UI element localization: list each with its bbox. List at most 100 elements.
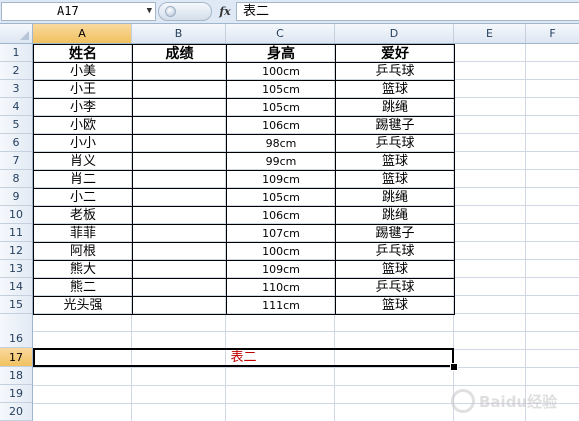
table-cell[interactable]	[132, 242, 227, 261]
row-header[interactable]: 12	[0, 242, 32, 260]
row-header[interactable]: 18	[0, 367, 32, 385]
table-cell[interactable]	[132, 260, 227, 279]
select-all-corner[interactable]	[0, 24, 33, 43]
table-cell[interactable]: 肖义	[33, 152, 133, 171]
row-header[interactable]: 3	[0, 80, 32, 98]
table-cell[interactable]: 踢毽子	[335, 224, 455, 243]
fill-handle[interactable]	[450, 363, 458, 371]
column-header-b[interactable]: B	[132, 24, 226, 43]
table-cell[interactable]: 99cm	[226, 152, 336, 171]
row-header[interactable]: 8	[0, 170, 32, 188]
table-cell[interactable]	[132, 98, 227, 117]
row-header[interactable]: 6	[0, 134, 32, 152]
table-cell[interactable]	[132, 134, 227, 153]
table-cell[interactable]: 菲菲	[33, 224, 133, 243]
table-cell[interactable]: 篮球	[335, 170, 455, 189]
table-cell[interactable]: 熊大	[33, 260, 133, 279]
column-header-c[interactable]: C	[226, 24, 335, 43]
chevron-down-icon[interactable]: ▼	[147, 3, 152, 20]
table-cell[interactable]	[132, 170, 227, 189]
table-cell[interactable]: 111cm	[226, 296, 336, 315]
row-header[interactable]: 10	[0, 206, 32, 224]
table-cell[interactable]: 106cm	[226, 206, 336, 225]
table-cell[interactable]: 篮球	[335, 296, 455, 315]
table-cell[interactable]: 小美	[33, 62, 133, 81]
table-cell[interactable]: 篮球	[335, 152, 455, 171]
table-cell[interactable]: 98cm	[226, 134, 336, 153]
table-cell[interactable]	[132, 152, 227, 171]
table-cell[interactable]: 老板	[33, 206, 133, 225]
table-cell[interactable]	[132, 206, 227, 225]
name-box[interactable]: A17 ▼	[1, 2, 156, 21]
table-cell[interactable]: 肖二	[33, 170, 133, 189]
fx-icon[interactable]: fx	[216, 2, 234, 21]
worksheet-grid[interactable]: 姓名 成绩 身高 爱好 小美 100cm 乒乓球 小王 105cm 篮球 小李 105cm 跳绳 小欧 10…	[33, 44, 579, 421]
table-cell[interactable]: 跳绳	[335, 206, 455, 225]
watermark-text: Baidu经验	[479, 393, 558, 411]
table-cell[interactable]: 105cm	[226, 98, 336, 117]
formula-input[interactable]: 表二	[236, 2, 579, 21]
table-cell[interactable]	[132, 62, 227, 81]
column-heading[interactable]: 成绩	[132, 44, 227, 63]
table-cell[interactable]: 109cm	[226, 260, 336, 279]
row-header[interactable]: 9	[0, 188, 32, 206]
column-heading[interactable]: 身高	[226, 44, 336, 63]
column-heading[interactable]: 爱好	[335, 44, 455, 63]
row-header[interactable]: 15	[0, 296, 32, 314]
row-header[interactable]: 1	[0, 44, 32, 62]
table-row: 菲菲 107cm 踢毽子	[33, 224, 455, 243]
table-cell[interactable]: 乒乓球	[335, 134, 455, 153]
row-header[interactable]: 20	[0, 403, 32, 421]
table-cell[interactable]: 109cm	[226, 170, 336, 189]
column-header-f[interactable]: F	[526, 24, 579, 43]
table-cell[interactable]: 106cm	[226, 116, 336, 135]
table-cell[interactable]: 小欧	[33, 116, 133, 135]
table-cell[interactable]: 小王	[33, 80, 133, 99]
table-cell[interactable]: 跳绳	[335, 188, 455, 207]
row-header[interactable]: 14	[0, 278, 32, 296]
table-row: 小小 98cm 乒乓球	[33, 134, 455, 153]
row-header[interactable]: 7	[0, 152, 32, 170]
table-cell[interactable]: 107cm	[226, 224, 336, 243]
formula-bar-splitter[interactable]	[158, 2, 212, 21]
table-cell[interactable]: 跳绳	[335, 98, 455, 117]
table-cell[interactable]: 小二	[33, 188, 133, 207]
table-cell[interactable]: 105cm	[226, 188, 336, 207]
column-header-d[interactable]: D	[335, 24, 454, 43]
table-cell[interactable]	[132, 278, 227, 297]
table-cell[interactable]: 踢毽子	[335, 116, 455, 135]
splitter-handle-icon	[165, 6, 176, 17]
table-cell[interactable]	[132, 296, 227, 315]
column-header-a[interactable]: A	[33, 24, 132, 43]
table-cell[interactable]	[132, 224, 227, 243]
row-header[interactable]: 2	[0, 62, 32, 80]
table-cell[interactable]: 小小	[33, 134, 133, 153]
table-cell[interactable]: 光头强	[33, 296, 133, 315]
table-cell[interactable]	[132, 80, 227, 99]
table-cell[interactable]: 105cm	[226, 80, 336, 99]
row-header[interactable]: 19	[0, 385, 32, 403]
table-cell[interactable]: 小李	[33, 98, 133, 117]
table-cell[interactable]	[132, 116, 227, 135]
table-row: 阿根 100cm 乒乓球	[33, 242, 455, 261]
row-header[interactable]: 11	[0, 224, 32, 242]
table-cell[interactable]: 100cm	[226, 242, 336, 261]
row-header[interactable]: 13	[0, 260, 32, 278]
row-header[interactable]: 17	[0, 348, 32, 367]
row-header[interactable]: 4	[0, 98, 32, 116]
table-cell[interactable]: 熊二	[33, 278, 133, 297]
table-cell[interactable]	[132, 188, 227, 207]
table-cell[interactable]: 110cm	[226, 278, 336, 297]
table-cell[interactable]: 乒乓球	[335, 242, 455, 261]
column-header-e[interactable]: E	[454, 24, 526, 43]
table-cell[interactable]: 篮球	[335, 80, 455, 99]
table-cell[interactable]: 篮球	[335, 260, 455, 279]
table-cell[interactable]: 阿根	[33, 242, 133, 261]
merged-cell-a17[interactable]: 表二	[33, 348, 454, 367]
table-cell[interactable]: 乒乓球	[335, 62, 455, 81]
row-header[interactable]: 16	[0, 314, 32, 348]
table-cell[interactable]: 乒乓球	[335, 278, 455, 297]
table-cell[interactable]: 100cm	[226, 62, 336, 81]
row-header[interactable]: 5	[0, 116, 32, 134]
column-heading[interactable]: 姓名	[33, 44, 133, 63]
